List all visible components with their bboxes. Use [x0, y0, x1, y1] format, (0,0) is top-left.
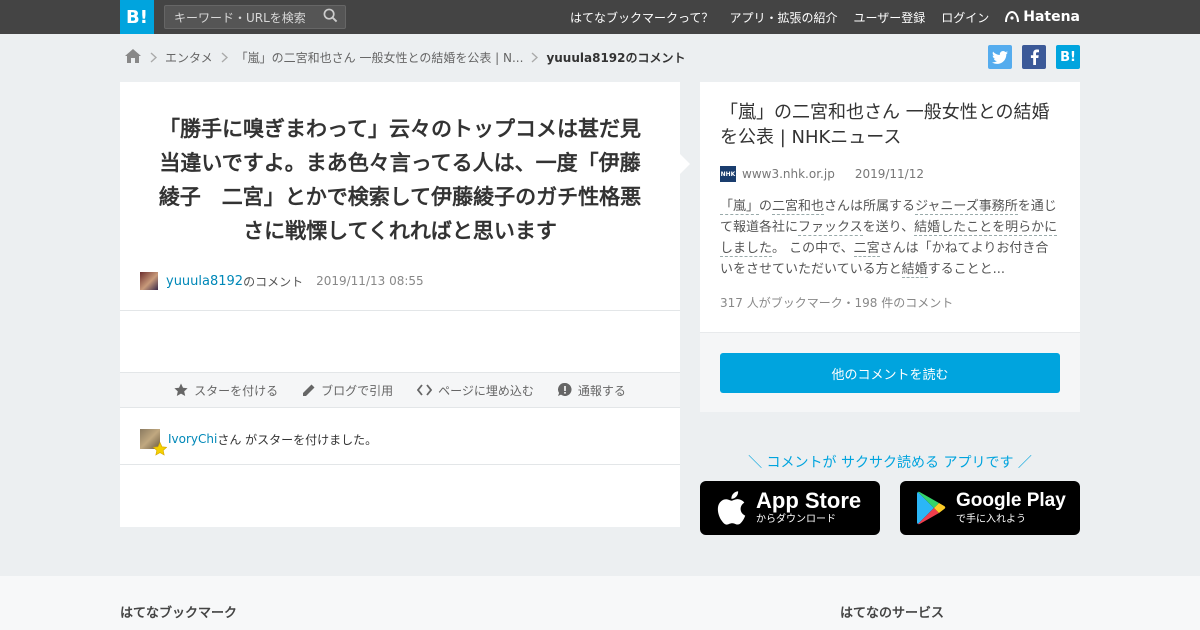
keyword-link[interactable]: 「嵐」 — [720, 199, 760, 215]
hatebu-share-button[interactable]: B! — [1056, 45, 1080, 69]
entry-date: 2019/11/12 — [854, 167, 924, 181]
keyword-link[interactable]: 二宮 — [853, 241, 880, 257]
breadcrumb-entry[interactable]: 「嵐」の二宮和也さん 一般女性との結婚を公表 | N... — [236, 49, 524, 66]
summary-text: の — [759, 199, 773, 214]
report-icon — [557, 383, 572, 396]
report-button[interactable]: 通報する — [557, 382, 626, 399]
star-icon — [153, 442, 167, 456]
google-play-text: Google Play で手に入れよう — [956, 490, 1066, 526]
entry-domain[interactable]: www3.nhk.or.jp — [742, 167, 835, 181]
keyword-link[interactable]: ファックス — [798, 220, 863, 236]
nav-about[interactable]: はてなブックマークって？ — [570, 9, 713, 26]
comment-card: 「勝手に嗅ぎまわって」云々のトップコメは甚だ見当違いですよ。まあ色々言ってる人は… — [120, 82, 680, 527]
app-store-main: App Store — [756, 488, 862, 513]
star-username[interactable]: IvoryChi — [168, 432, 217, 446]
add-star-label: スターを付ける — [194, 383, 279, 398]
code-icon — [417, 384, 433, 396]
top-bar: B! キーワード・URLを検索 はてなブックマークって？ アプリ・拡張の紹介 ユ… — [0, 0, 1200, 34]
nav-login[interactable]: ログイン — [941, 9, 989, 26]
search-input[interactable]: キーワード・URLを検索 — [164, 5, 346, 29]
hatena-brand-link[interactable]: Hatena — [1005, 9, 1080, 25]
entry-summary: 「嵐」の二宮和也さんは所属するジャニーズ事務所を通じて報道各社にファックスを送り… — [720, 196, 1060, 280]
hatena-brand-text: Hatena — [1023, 9, 1080, 25]
breadcrumb-current: yuuula8192のコメント — [546, 50, 686, 65]
breadcrumb-category[interactable]: エンタメ — [165, 49, 213, 66]
entry-stats: 317 人がブックマーク・198 件のコメント — [720, 296, 954, 310]
summary-text: さんは所属する — [824, 199, 916, 214]
entry-footer: 他のコメントを読む — [700, 332, 1080, 412]
read-comments-button[interactable]: 他のコメントを読む — [720, 353, 1060, 393]
breadcrumb: エンタメ 「嵐」の二宮和也さん 一般女性との結婚を公表 | N... yuuul… — [124, 48, 686, 66]
top-nav: はてなブックマークって？ アプリ・拡張の紹介 ユーザー登録 ログイン Haten… — [554, 0, 1080, 34]
app-store-text: App Store からダウンロード — [756, 490, 861, 526]
report-label: 通報する — [577, 383, 626, 398]
nhk-favicon-icon: NHK — [720, 166, 736, 182]
app-store-sub: からダウンロード — [756, 514, 836, 525]
hatebu-logo[interactable]: B! — [120, 0, 154, 34]
apple-icon — [717, 491, 746, 525]
comment-meta: yuuula8192 のコメント 2019/11/13 08:55 — [140, 271, 424, 291]
footer-title-hatebu: はてなブックマーク — [120, 606, 238, 621]
comment-username[interactable]: yuuula8192 — [166, 274, 243, 289]
entry-pointer — [678, 152, 690, 176]
comment-suffix: のコメント — [243, 274, 304, 289]
app-store-button[interactable]: App Store からダウンロード — [700, 481, 880, 535]
divider — [120, 464, 680, 465]
pencil-icon — [303, 384, 315, 396]
hatena-logo-icon — [1005, 11, 1020, 23]
twitter-icon — [992, 50, 1008, 64]
chevron-right-icon — [221, 51, 228, 63]
comment-text: 「勝手に嗅ぎまわって」云々のトップコメは甚だ見当違いですよ。まあ色々言ってる人は… — [158, 117, 642, 243]
blog-quote-label: ブログで引用 — [321, 383, 394, 398]
app-promo-text: ＼ コメントが サクサク読める アプリです ／ — [748, 455, 1032, 471]
keyword-link[interactable]: 二宮和也 — [772, 199, 825, 215]
google-play-sub: で手に入れよう — [956, 514, 1026, 525]
star-user-avatar[interactable] — [140, 429, 167, 456]
entry-card: 「嵐」の二宮和也さん 一般女性との結婚を公表 | NHKニュース NHK www… — [700, 82, 1080, 412]
embed-label: ページに埋め込む — [438, 383, 534, 398]
footer-title-services: はてなのサービス — [840, 606, 945, 621]
home-icon[interactable] — [124, 48, 142, 67]
twitter-share-button[interactable] — [988, 45, 1012, 69]
summary-text: を送り、 — [862, 220, 915, 235]
comment-date: 2019/11/13 08:55 — [316, 274, 424, 288]
blog-quote-button[interactable]: ブログで引用 — [302, 382, 393, 399]
search-icon[interactable] — [323, 8, 338, 27]
nav-apps[interactable]: アプリ・拡張の紹介 — [729, 9, 837, 26]
embed-button[interactable]: ページに埋め込む — [417, 382, 534, 399]
nav-register[interactable]: ユーザー登録 — [853, 9, 925, 26]
entry-title[interactable]: 「嵐」の二宮和也さん 一般女性との結婚を公表 | NHKニュース — [720, 100, 1065, 150]
chevron-right-icon — [150, 51, 157, 63]
search-placeholder: キーワード・URLを検索 — [174, 10, 306, 25]
summary-text: することと... — [927, 262, 1006, 277]
footer: はてなブックマーク はてなのサービス — [0, 576, 1200, 630]
facebook-share-button[interactable] — [1022, 45, 1046, 69]
star-text: さん がスターを付けました。 — [217, 432, 378, 447]
share-buttons: B! — [978, 45, 1080, 69]
google-play-button[interactable]: Google Play で手に入れよう — [900, 481, 1080, 535]
avatar[interactable] — [140, 272, 158, 290]
divider — [120, 310, 680, 311]
comment-actions: スターを付ける ブログで引用 ページに埋め込む 通報する — [120, 372, 680, 408]
add-star-button[interactable]: スターを付ける — [174, 382, 278, 399]
google-play-main: Google Play — [956, 490, 1066, 511]
star-icon — [174, 383, 188, 396]
star-notice: IvoryChi さん がスターを付けました。 — [140, 428, 378, 456]
entry-source: NHK www3.nhk.or.jp 2019/11/12 — [720, 166, 924, 182]
facebook-icon — [1030, 49, 1039, 65]
google-play-icon — [917, 491, 946, 525]
chevron-right-icon — [531, 51, 539, 63]
summary-text: 。 この中で、 — [772, 241, 854, 256]
keyword-link[interactable]: 結婚 — [901, 262, 928, 278]
keyword-link[interactable]: ジャニーズ事務所 — [915, 199, 1018, 215]
